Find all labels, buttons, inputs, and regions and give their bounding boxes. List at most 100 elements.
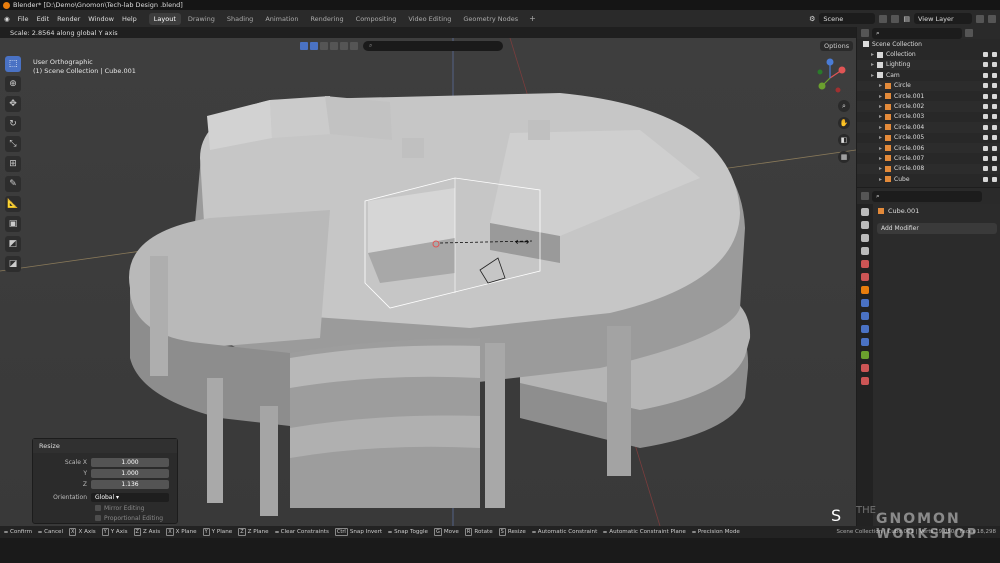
proportional-editing-checkbox[interactable]: Proportional Editing bbox=[95, 515, 163, 522]
eye-icon[interactable] bbox=[983, 114, 988, 120]
ortho-grid-icon[interactable]: ▦ bbox=[838, 151, 850, 163]
scale-y-field[interactable]: 1.000 bbox=[91, 468, 169, 478]
eye-icon[interactable] bbox=[983, 145, 988, 151]
outliner-item[interactable]: ▸ Circle.003 bbox=[857, 112, 1000, 122]
annotate-icon[interactable]: ✎ bbox=[5, 176, 21, 192]
outliner-scene-collection[interactable]: Scene Collection bbox=[857, 39, 1000, 49]
gizmo-z-icon[interactable] bbox=[826, 58, 834, 66]
add-cube-icon[interactable]: ▣ bbox=[5, 216, 21, 232]
outliner-item[interactable]: ▸ Circle bbox=[857, 80, 1000, 91]
select-box-icon[interactable]: ⬚ bbox=[5, 56, 21, 72]
new-view-layer-icon[interactable] bbox=[976, 14, 984, 23]
outliner-item[interactable]: ▸ Circle.006 bbox=[857, 142, 1000, 154]
menu-edit[interactable]: Edit bbox=[37, 15, 50, 23]
camera-render-icon[interactable] bbox=[992, 176, 997, 182]
menu-help[interactable]: Help bbox=[122, 15, 137, 23]
tab-animation[interactable]: Animation bbox=[260, 13, 303, 25]
outliner-search-input[interactable]: ⌕ bbox=[872, 27, 962, 39]
properties-editor-icon[interactable] bbox=[861, 192, 869, 200]
redo-panel-title[interactable]: Resize bbox=[33, 439, 177, 453]
material-tab-icon[interactable] bbox=[861, 364, 869, 372]
gizmo-neg-y-icon[interactable] bbox=[817, 69, 823, 75]
scene-tab-icon[interactable] bbox=[861, 260, 869, 268]
outliner-item[interactable]: ▸ Circle.004 bbox=[857, 122, 1000, 133]
eye-icon[interactable] bbox=[983, 93, 988, 99]
menu-file[interactable]: File bbox=[18, 15, 29, 23]
tab-shading[interactable]: Shading bbox=[222, 13, 258, 25]
render-tab-icon[interactable] bbox=[861, 221, 869, 229]
eye-icon[interactable] bbox=[983, 155, 988, 161]
xray-icon[interactable] bbox=[350, 42, 358, 50]
outliner-item[interactable]: ▸ Lighting bbox=[857, 59, 1000, 71]
camera-view-icon[interactable]: ◧ bbox=[838, 134, 850, 146]
shading-solid-icon[interactable] bbox=[310, 42, 318, 50]
camera-render-icon[interactable] bbox=[992, 93, 997, 99]
scene-field[interactable]: Scene bbox=[819, 13, 876, 24]
view-layer-field[interactable]: View Layer bbox=[914, 13, 972, 24]
expand-arrow-icon[interactable]: ▸ bbox=[879, 145, 882, 152]
expand-arrow-icon[interactable]: ▸ bbox=[879, 93, 882, 100]
transform-icon[interactable]: ⊞ bbox=[5, 156, 21, 172]
outliner-item[interactable]: ▸ Cam bbox=[857, 70, 1000, 80]
eye-icon[interactable] bbox=[983, 135, 988, 141]
modifier-tab-icon[interactable] bbox=[861, 299, 869, 307]
menu-window[interactable]: Window bbox=[88, 15, 114, 23]
shading-wire-icon[interactable] bbox=[300, 42, 308, 50]
expand-arrow-icon[interactable]: ▸ bbox=[871, 61, 874, 68]
camera-render-icon[interactable] bbox=[992, 114, 997, 120]
eye-icon[interactable] bbox=[983, 52, 988, 58]
camera-render-icon[interactable] bbox=[992, 72, 997, 78]
camera-render-icon[interactable] bbox=[992, 104, 997, 110]
tab-compositing[interactable]: Compositing bbox=[351, 13, 402, 25]
particles-tab-icon[interactable] bbox=[861, 312, 869, 320]
eye-icon[interactable] bbox=[983, 176, 988, 182]
expand-arrow-icon[interactable]: ▸ bbox=[879, 103, 882, 110]
expand-arrow-icon[interactable]: ▸ bbox=[879, 113, 882, 120]
outliner-display-mode-icon[interactable] bbox=[861, 29, 869, 37]
texture-tab-icon[interactable] bbox=[861, 377, 869, 385]
expand-arrow-icon[interactable]: ▸ bbox=[871, 72, 874, 79]
tool-tab-icon[interactable] bbox=[861, 208, 869, 216]
camera-render-icon[interactable] bbox=[992, 135, 997, 141]
tab-video-editing[interactable]: Video Editing bbox=[403, 13, 456, 25]
rotate-icon[interactable]: ↻ bbox=[5, 116, 21, 132]
camera-render-icon[interactable] bbox=[992, 52, 997, 58]
output-tab-icon[interactable] bbox=[861, 234, 869, 242]
extrude-icon[interactable]: ◩ bbox=[5, 236, 21, 252]
eye-icon[interactable] bbox=[983, 124, 988, 130]
outliner-item[interactable]: ▸ Cube bbox=[857, 174, 1000, 184]
tab-geometry-nodes[interactable]: Geometry Nodes bbox=[458, 13, 523, 25]
add-workspace-icon[interactable]: + bbox=[525, 14, 540, 23]
expand-arrow-icon[interactable]: ▸ bbox=[879, 134, 882, 141]
menu-render[interactable]: Render bbox=[57, 15, 80, 23]
expand-arrow-icon[interactable]: ▸ bbox=[879, 82, 882, 89]
shading-material-icon[interactable] bbox=[320, 42, 328, 50]
camera-render-icon[interactable] bbox=[992, 155, 997, 161]
world-tab-icon[interactable] bbox=[861, 273, 869, 281]
gizmo-neg-x-icon[interactable] bbox=[835, 87, 841, 93]
gizmo-x-icon[interactable] bbox=[838, 66, 846, 74]
blender-menu-icon[interactable]: ◉ bbox=[4, 15, 10, 23]
bevel-icon[interactable]: ◪ bbox=[5, 256, 21, 272]
shading-rendered-icon[interactable] bbox=[330, 42, 338, 50]
options-button[interactable]: Options bbox=[820, 41, 854, 51]
outliner-item[interactable]: ▸ Circle.005 bbox=[857, 133, 1000, 143]
expand-arrow-icon[interactable]: ▸ bbox=[879, 155, 882, 162]
properties-search-input[interactable]: ⌕ bbox=[872, 190, 982, 202]
data-tab-icon[interactable] bbox=[861, 351, 869, 359]
outliner-item[interactable]: ▸ Circle.001 bbox=[857, 91, 1000, 101]
tab-drawing[interactable]: Drawing bbox=[183, 13, 220, 25]
zoom-icon[interactable]: ⌕ bbox=[838, 100, 850, 112]
tab-layout[interactable]: Layout bbox=[148, 12, 181, 25]
outliner-item[interactable]: ▸ Circle.007 bbox=[857, 153, 1000, 163]
new-scene-icon[interactable] bbox=[879, 14, 888, 23]
outliner-item[interactable]: ▸ Collection bbox=[857, 49, 1000, 59]
camera-render-icon[interactable] bbox=[992, 166, 997, 172]
view-layer-tab-icon[interactable] bbox=[861, 247, 869, 255]
constraints-tab-icon[interactable] bbox=[861, 338, 869, 346]
camera-render-icon[interactable] bbox=[992, 83, 997, 89]
orientation-select[interactable]: Global ▾ bbox=[91, 492, 169, 502]
eye-icon[interactable] bbox=[983, 62, 988, 68]
measure-icon[interactable]: 📐 bbox=[5, 196, 21, 212]
add-modifier-button[interactable]: Add Modifier bbox=[877, 223, 997, 234]
